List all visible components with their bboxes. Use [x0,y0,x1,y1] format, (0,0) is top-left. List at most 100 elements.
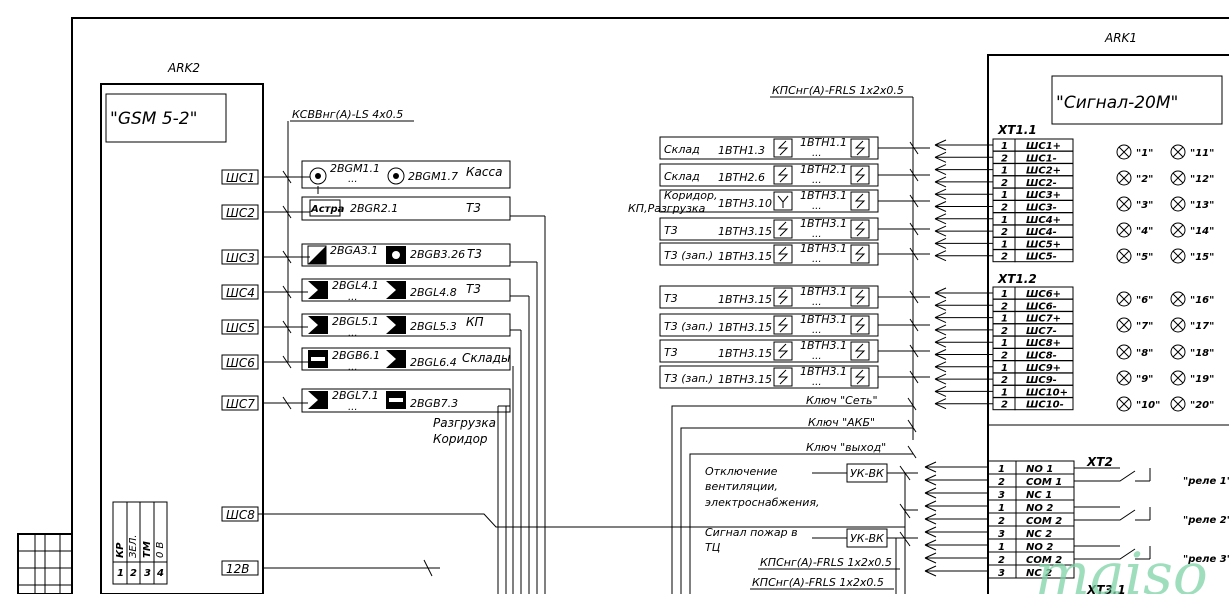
sensor-label: 2BGM1.7 [408,170,458,183]
dots: ... [812,254,822,265]
connector-arrow-icon [924,487,988,499]
indicator-label: "20" [1190,400,1214,411]
terminal-name: ШС3- [1026,203,1057,214]
ark1-title: ARK1 [1104,31,1137,45]
terminal-name: ШС1+ [1026,141,1061,152]
input-shs3: ШС3 [226,251,255,265]
dots: ... [348,328,358,339]
terminal-name: ШС7+ [1026,314,1061,325]
terminal-name: ШС10+ [1026,387,1068,398]
sensor-label: Астра [310,204,345,215]
sensor-label: 2BGL6.4 [410,356,457,369]
connector-arrow-icon [934,250,993,262]
terminal-name: ШС6- [1026,301,1057,312]
xt2-num: 2 [998,477,1005,488]
sensor-label: 2BGB3.26 [410,248,465,261]
sensor-label: 1BTH3.1 [800,242,847,255]
indicator-label: "6" [1136,295,1153,306]
indicator-label: "4" [1136,226,1153,237]
zone-label: Касса [466,165,502,179]
terminal-num: 2 [1001,153,1008,164]
indicator-label: "12" [1190,174,1214,185]
xt12-label: XT1.2 [997,272,1037,286]
terminal-num: 1 [1001,190,1008,201]
terminal-num: 2 [1001,203,1008,214]
room-label: Т3 [664,224,678,237]
terminal-name: ШС8- [1026,351,1057,362]
key-akb-label: Ключ "АКБ" [808,416,875,429]
indicator-label: "14" [1190,226,1214,237]
indicator-label: "17" [1190,321,1214,332]
dots: ... [348,362,358,373]
dots: ... [812,229,822,240]
room-label: Т3 (зап.) [664,249,713,262]
ark2-inputs: ШС1 ШС2 ШС3 ШС4 ШС5 ШС6 ШС7 ШС8 12В [221,169,259,576]
input-shs4: ШС4 [226,286,255,300]
sensor-label: 2BGL7.1 [332,389,379,402]
terminal-num: 1 [1001,363,1008,374]
sensor-label: 2BGA3.1 [330,244,378,257]
sensor-label: 1BTH1.3 [718,144,765,157]
input-shs2: ШС2 [226,206,255,220]
input-12v: 12В [226,562,250,576]
dots: ... [348,174,358,185]
terminal-name: ШС9- [1026,375,1057,386]
connector-arrow-icon [924,461,988,473]
terminal-num: 2 [1001,252,1008,263]
connector-arrow-icon [934,287,993,299]
xt2-num: 1 [998,542,1005,553]
terminal-num: 1 [1001,314,1008,325]
terminal-num: 1 [1001,141,1008,152]
room-label: Т3 (зап.) [664,372,713,385]
indicator-label: "18" [1190,348,1214,359]
sensor-label: 1BTH3.1 [800,339,847,352]
zone-label: Т3 [466,201,481,215]
terminal-num: 2 [1001,178,1008,189]
terminal-num: 2 [1001,375,1008,386]
zone-label: Склады [462,351,510,365]
zone-label: Т3 [466,282,481,296]
sensor-label: 1BTH3.1 [800,217,847,230]
indicator-label: "13" [1190,200,1214,211]
note-text: Сигнал пожар в [705,526,798,539]
dots: ... [812,351,822,362]
terminal-name: ШС1- [1026,153,1057,164]
terminal-num: 1 [1001,338,1008,349]
terminal-name: ШС6+ [1026,289,1061,300]
sensor-label: 1BTH3.10 [718,197,772,210]
terminal-num: 1 [1001,387,1008,398]
sensor-label: 1BTH2.1 [800,163,847,176]
sensor-label: 1BTH2.6 [718,171,765,184]
power-label-0v: 0 В [155,541,166,558]
terminal-num: 2 [1001,227,1008,238]
indicator-label: "1" [1136,148,1153,159]
sensor-label: 1BTH3.1 [800,285,847,298]
alarm-button-icon [308,246,326,264]
room-label: Склад [664,170,700,183]
indicator-label: "5" [1136,252,1153,263]
sensor-label: 2BGL4.8 [410,286,457,299]
connector-arrow-icon [934,201,993,212]
connector-arrow-icon [934,188,993,200]
sensor-label: 2BGL5.3 [410,320,457,333]
xt2-label: XT2 [1086,455,1113,469]
xt11-label: XT1.1 [997,123,1037,137]
power-num: 1 [117,568,124,579]
dots: ... [812,175,822,186]
indicator-label: "15" [1190,252,1214,263]
connector-arrow-icon [934,336,993,348]
input-shs5: ШС5 [226,321,255,335]
room-label: Коридор, [664,189,718,202]
connector-arrow-icon [934,312,993,324]
room-label: Т3 [664,292,678,305]
ark2-cable-label: КСВВнг(А)-LS 4x0.5 [292,108,403,121]
terminal-num: 2 [1001,326,1008,337]
input-shs6: ШС6 [226,356,255,370]
connector-arrow-icon [934,213,993,225]
relay-contact-icon [1074,506,1151,521]
sensor-label: 1BTH3.15 [718,347,772,360]
relay-contact-icon [1074,467,1151,482]
connector-arrow-icon [934,324,993,336]
sensor-label: 1BTH3.1 [800,189,847,202]
terminal-name: ШС9+ [1026,363,1061,374]
